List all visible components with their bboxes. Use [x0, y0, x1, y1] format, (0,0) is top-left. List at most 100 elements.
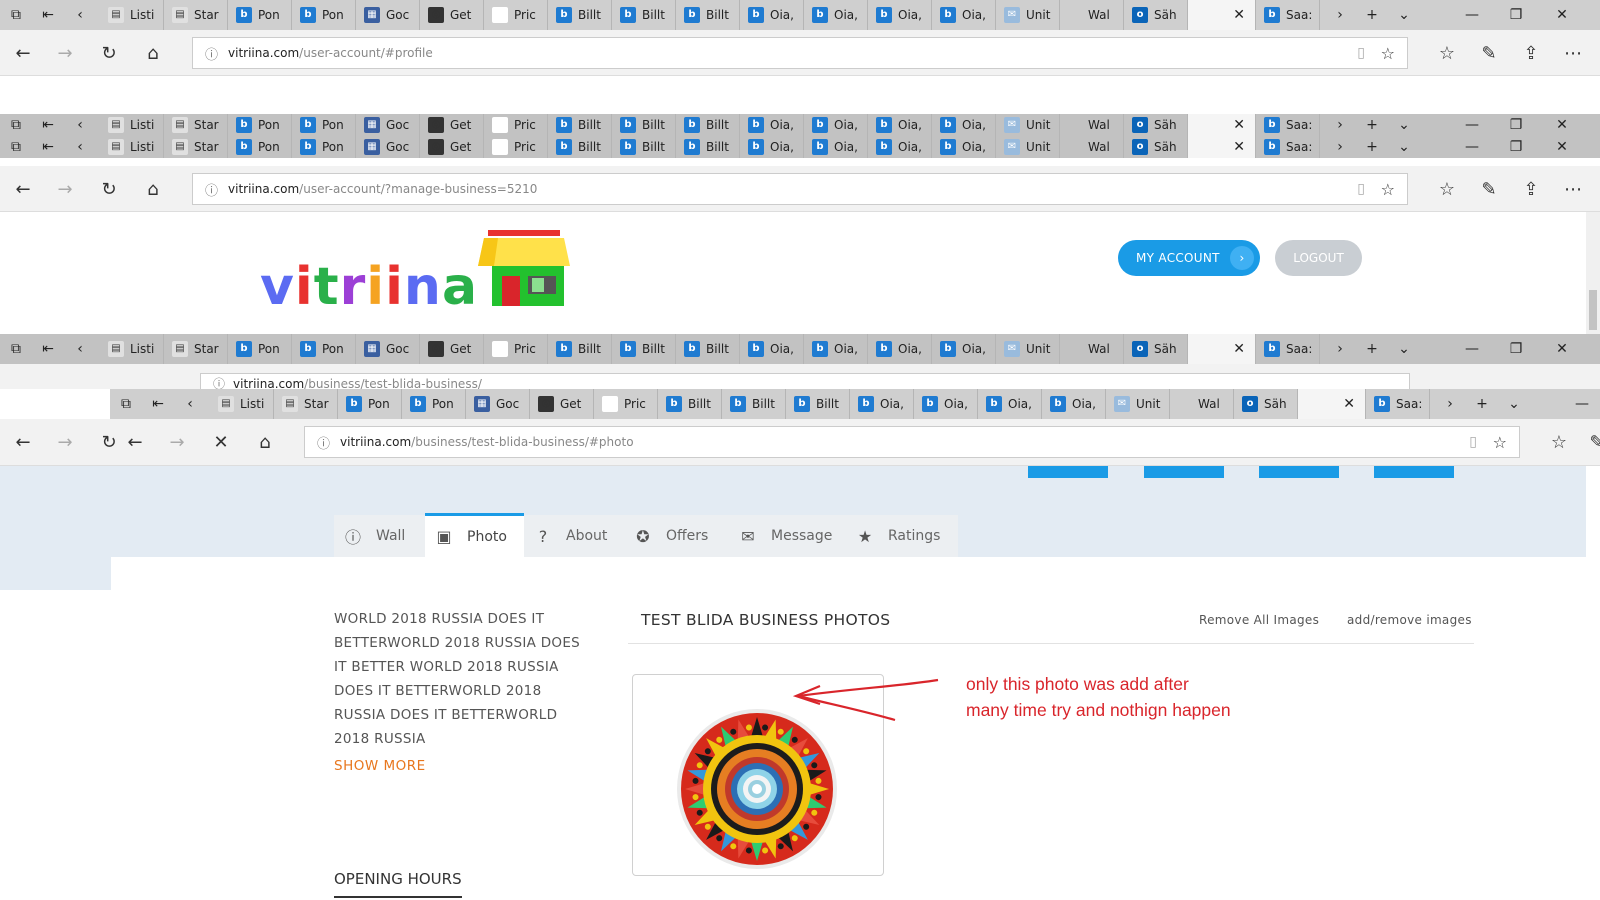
- forward-icon[interactable]: →: [162, 427, 192, 457]
- browser-tab[interactable]: o Säh: [1124, 136, 1188, 158]
- browser-tab[interactable]: b Oia,: [804, 136, 868, 158]
- browser-tab[interactable]: ▤ Star: [274, 389, 338, 419]
- scroll-tabs-left-icon[interactable]: ‹: [174, 389, 206, 419]
- back-icon[interactable]: ←: [120, 427, 150, 457]
- favorite-star-icon[interactable]: ☆: [1493, 433, 1507, 452]
- share-icon[interactable]: ⇪: [1516, 38, 1546, 68]
- tab-preview-icon[interactable]: ⌄: [1388, 114, 1420, 136]
- favorites-list-icon[interactable]: ☆: [1432, 174, 1462, 204]
- browser-tab[interactable]: b Billt: [722, 389, 786, 419]
- browser-tab[interactable]: Wal: [1060, 136, 1124, 158]
- browser-tab[interactable]: ▤ Listi: [100, 136, 164, 158]
- browser-tab[interactable]: b Billt: [676, 334, 740, 364]
- favorites-list-icon[interactable]: ☆: [1432, 38, 1462, 68]
- address-bar[interactable]: ⓘ vitriina.com/business/test-blida-busine…: [200, 373, 1410, 389]
- browser-tab[interactable]: ▤ Star: [164, 334, 228, 364]
- scroll-tabs-right-icon[interactable]: ›: [1324, 136, 1356, 158]
- close-tab-icon[interactable]: ✕: [1233, 7, 1245, 23]
- browser-tab[interactable]: b Billt: [676, 136, 740, 158]
- browser-tab[interactable]: b Pon: [402, 389, 466, 419]
- minimize-icon[interactable]: —: [1450, 334, 1494, 364]
- restore-icon[interactable]: ❐: [1494, 136, 1538, 158]
- reading-view-icon[interactable]: ▯: [1357, 45, 1365, 61]
- refresh-icon[interactable]: ↻: [94, 174, 124, 204]
- tab-preview-icon[interactable]: ⌄: [1388, 334, 1420, 364]
- logout-button[interactable]: LOGOUT: [1275, 240, 1362, 276]
- active-browser-tab[interactable]: ✕: [1188, 114, 1256, 136]
- scroll-tabs-right-icon[interactable]: ›: [1434, 389, 1466, 419]
- close-window-icon[interactable]: ✕: [1540, 114, 1584, 136]
- browser-tab[interactable]: b Oia,: [804, 114, 868, 136]
- restore-icon[interactable]: ❐: [1494, 114, 1538, 136]
- reading-view-icon[interactable]: ▯: [1357, 181, 1365, 197]
- forward-icon[interactable]: →: [50, 174, 80, 204]
- tab-actions-icon[interactable]: ⧉: [110, 389, 142, 419]
- browser-tab[interactable]: ▦ Goc: [356, 0, 420, 30]
- browser-tab[interactable]: b Pon: [228, 0, 292, 30]
- browser-tab[interactable]: b Oia,: [804, 334, 868, 364]
- tab-about[interactable]: ? About: [524, 515, 624, 557]
- browser-tab[interactable]: ● Pric: [484, 136, 548, 158]
- browser-tab[interactable]: ▦ Goc: [356, 334, 420, 364]
- browser-tab[interactable]: b Saa:: [1366, 389, 1430, 419]
- browser-tab[interactable]: ● Pric: [594, 389, 658, 419]
- tab-actions-icon[interactable]: ⧉: [0, 334, 32, 364]
- tab-ratings[interactable]: ★ Ratings: [846, 515, 958, 557]
- browser-tab[interactable]: b Saa:: [1256, 334, 1320, 364]
- browser-tab[interactable]: o Säh: [1234, 389, 1298, 419]
- browser-tab[interactable]: b Billt: [786, 389, 850, 419]
- new-tab-icon[interactable]: +: [1356, 136, 1388, 158]
- pen-icon[interactable]: ✎: [1474, 174, 1504, 204]
- browser-tab[interactable]: b Oia,: [740, 114, 804, 136]
- browser-tab[interactable]: ▤ Listi: [100, 0, 164, 30]
- browser-tab[interactable]: b Pon: [338, 389, 402, 419]
- browser-tab[interactable]: ▦ Goc: [356, 114, 420, 136]
- favorite-star-icon[interactable]: ☆: [1381, 180, 1395, 199]
- browser-tab[interactable]: ✉ Unit: [996, 136, 1060, 158]
- minimize-icon[interactable]: —: [1450, 114, 1494, 136]
- browser-tab[interactable]: ▤ Listi: [210, 389, 274, 419]
- browser-tab[interactable]: b Oia,: [740, 334, 804, 364]
- browser-tab[interactable]: ◎ Get: [420, 334, 484, 364]
- minimize-icon[interactable]: —: [1450, 0, 1494, 30]
- browser-tab[interactable]: b Pon: [292, 0, 356, 30]
- browser-tab[interactable]: b Billt: [676, 114, 740, 136]
- browser-tab[interactable]: b Oia,: [868, 114, 932, 136]
- browser-tab[interactable]: Wal: [1060, 334, 1124, 364]
- tab-wall[interactable]: ⓘ Wall: [334, 515, 425, 557]
- browser-tab[interactable]: b Pon: [228, 136, 292, 158]
- browser-tab[interactable]: Wal: [1170, 389, 1234, 419]
- browser-tab[interactable]: b Billt: [612, 114, 676, 136]
- browser-tab[interactable]: b Oia,: [804, 0, 868, 30]
- linkedin-share-button[interactable]: [1374, 466, 1454, 478]
- close-tab-icon[interactable]: ✕: [1233, 117, 1245, 133]
- set-aside-tabs-icon[interactable]: ⇤: [32, 0, 64, 30]
- remove-all-images-link[interactable]: Remove All Images: [1199, 613, 1319, 627]
- browser-tab[interactable]: ▦ Goc: [356, 136, 420, 158]
- home-icon[interactable]: ⌂: [138, 38, 168, 68]
- browser-tab[interactable]: b Saa:: [1256, 0, 1320, 30]
- home-icon[interactable]: ⌂: [250, 427, 280, 457]
- browser-tab[interactable]: ● Pric: [484, 114, 548, 136]
- set-aside-tabs-icon[interactable]: ⇤: [32, 114, 64, 136]
- minimize-icon[interactable]: —: [1450, 136, 1494, 158]
- show-more-link[interactable]: SHOW MORE: [334, 758, 426, 774]
- tab-preview-icon[interactable]: ⌄: [1388, 0, 1420, 30]
- back-icon[interactable]: ←: [8, 38, 38, 68]
- browser-tab[interactable]: b Oia,: [740, 0, 804, 30]
- active-browser-tab[interactable]: ✕: [1298, 389, 1366, 419]
- tab-preview-icon[interactable]: ⌄: [1388, 136, 1420, 158]
- browser-tab[interactable]: ● Pric: [484, 0, 548, 30]
- browser-tab[interactable]: b Saa:: [1256, 114, 1320, 136]
- close-window-icon[interactable]: ✕: [1540, 334, 1584, 364]
- browser-tab[interactable]: ▦ Goc: [466, 389, 530, 419]
- scroll-tabs-right-icon[interactable]: ›: [1324, 114, 1356, 136]
- browser-tab[interactable]: b Billt: [612, 334, 676, 364]
- tab-offers[interactable]: ✪ Offers: [624, 515, 729, 557]
- scroll-tabs-left-icon[interactable]: ‹: [64, 334, 96, 364]
- browser-tab[interactable]: b Oia,: [932, 114, 996, 136]
- address-bar[interactable]: ⓘ vitriina.com/business/test-blida-busin…: [304, 426, 1520, 458]
- browser-tab[interactable]: b Billt: [548, 0, 612, 30]
- restore-icon[interactable]: ❐: [1494, 0, 1538, 30]
- browser-tab[interactable]: o Säh: [1124, 114, 1188, 136]
